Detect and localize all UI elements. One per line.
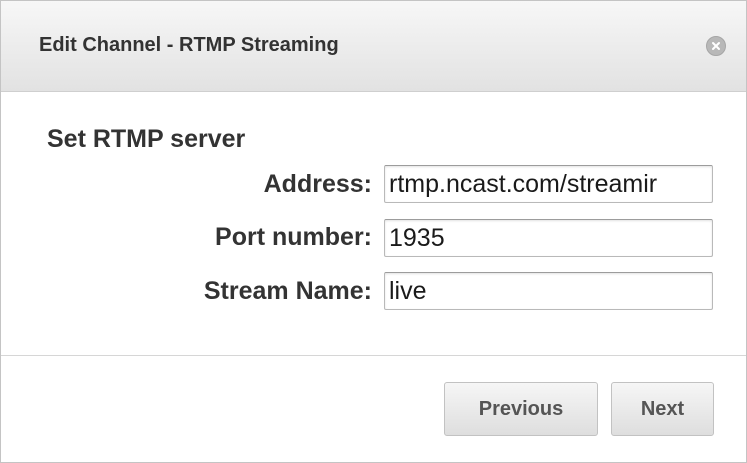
address-input[interactable] [384,165,713,203]
stream-name-input[interactable] [384,272,713,310]
port-number-input[interactable] [384,219,713,257]
previous-button[interactable]: Previous [444,382,598,436]
footer-divider [1,355,746,356]
stream-name-label: Stream Name: [203,277,372,305]
next-button[interactable]: Next [611,382,714,436]
close-icon [712,42,720,50]
port-number-label: Port number: [215,223,372,251]
dialog-title: Edit Channel - RTMP Streaming [39,34,339,56]
edit-channel-dialog: Edit Channel - RTMP Streaming Set RTMP s… [0,0,747,463]
address-label: Address: [263,170,372,198]
dialog-titlebar: Edit Channel - RTMP Streaming [1,1,746,92]
close-button[interactable] [706,36,726,56]
section-heading: Set RTMP server [47,125,246,153]
